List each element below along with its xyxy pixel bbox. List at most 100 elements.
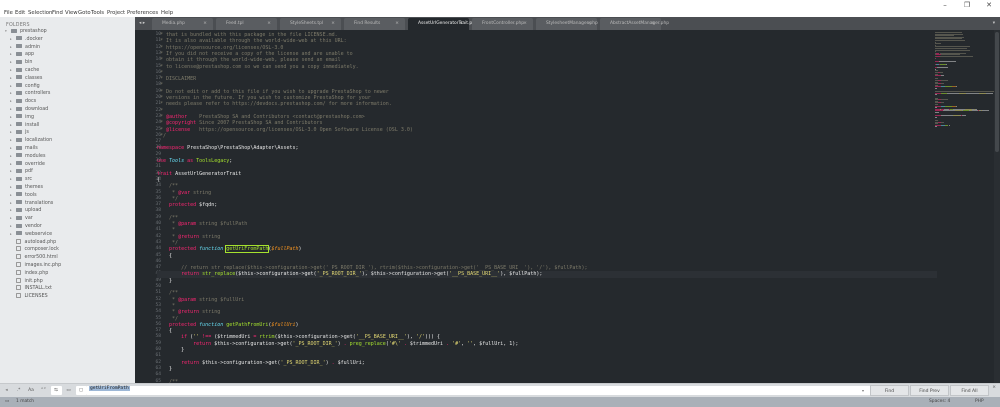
folder-label: tools <box>25 192 37 198</box>
sidebar-folder[interactable]: ▸ override <box>10 161 45 169</box>
tab-media-php[interactable]: Media.php × <box>152 18 213 30</box>
sidebar-folder[interactable]: ▸ src <box>10 176 32 184</box>
sidebar-folder[interactable]: ▸ img <box>10 114 34 122</box>
sidebar-folder[interactable]: ▸ themes <box>10 184 43 192</box>
menu-file[interactable]: File <box>4 10 13 16</box>
tab-feed-tpl[interactable]: Feed.tpl × <box>216 18 277 30</box>
code-line: } <box>157 347 184 353</box>
tab-stylesheets-tpl[interactable]: StyleSheets.tpl × <box>280 18 341 30</box>
menu-project[interactable]: Project <box>107 10 125 16</box>
toggle-panel-icon[interactable]: ◂ <box>1 386 12 395</box>
sidebar-file[interactable]: INSTALL.txt <box>16 285 52 293</box>
find-option-wrap-icon[interactable]: ⇆ <box>50 386 62 395</box>
find-option-highlight-matches-icon[interactable]: ▢ <box>75 386 87 395</box>
sidebar-folder[interactable]: ▸ translations <box>10 200 53 208</box>
sidebar-file[interactable]: error500.html <box>16 254 58 262</box>
tab-asseturlgeneratortrait-php[interactable]: AssetUrlGeneratorTrait.php × <box>408 18 478 30</box>
find-option-regex-icon[interactable]: .* <box>13 386 24 395</box>
folder-icon <box>16 145 22 150</box>
sidebar-file[interactable]: init.php <box>16 277 43 286</box>
scrollbar-thumb[interactable] <box>995 32 999 152</box>
find-option-whole-word-icon[interactable]: “” <box>38 386 49 395</box>
folder-label: upload <box>25 208 42 214</box>
sidebar-folder[interactable]: ▸ modules <box>10 153 45 161</box>
sidebar-folder[interactable]: ▸ pdf <box>10 168 33 176</box>
tab-close-icon[interactable]: × <box>651 18 655 30</box>
tab-frontcontroller-php[interactable]: FrontController.php × <box>472 18 533 30</box>
sidebar-file[interactable]: composer.lock <box>16 246 59 254</box>
file-label: index.php <box>24 270 49 276</box>
sidebar-folder[interactable]: ▸ admin <box>10 44 40 52</box>
minimap[interactable] <box>935 30 1000 140</box>
sidebar-folder[interactable]: ▸ .docker <box>10 36 43 44</box>
sidebar-folder[interactable]: ▸ install <box>10 122 39 130</box>
tab-stylesheetmanager-php[interactable]: StylesheetManager.php × <box>536 18 598 30</box>
close-find-icon[interactable]: × <box>992 385 996 390</box>
sidebar-file[interactable]: index.php <box>16 269 49 278</box>
tab-nav-arrows-icon[interactable]: ◂ ▸ <box>139 17 145 30</box>
sidebar-folder[interactable]: ▸ var <box>10 215 33 223</box>
sidebar-folder[interactable]: ▸ docs <box>10 98 36 106</box>
menu-tools[interactable]: Tools <box>91 10 104 16</box>
sidebar-file[interactable]: images.inc.php <box>16 262 61 270</box>
sidebar-folder[interactable]: ▸ tools <box>10 192 37 200</box>
sidebar-file[interactable]: LICENSES <box>16 293 48 301</box>
sidebar-folder[interactable]: ▸ app <box>10 51 34 59</box>
sidebar-folder[interactable]: ▸ mails <box>10 145 38 153</box>
find-all-button[interactable]: Find All <box>950 385 989 396</box>
sidebar-folder[interactable]: ▸ controllers <box>10 90 50 98</box>
minimap-line <box>935 112 940 113</box>
menu-find[interactable]: Find <box>52 10 63 16</box>
menu-edit[interactable]: Edit <box>15 10 25 16</box>
sidebar-folder[interactable]: ▸ upload <box>10 207 41 215</box>
folder-icon <box>16 223 22 228</box>
find-option-in-selection-icon[interactable]: ▭ <box>63 386 74 395</box>
sidebar-folder[interactable]: ▸ webservice <box>10 231 52 239</box>
tab-close-icon[interactable]: × <box>267 18 271 30</box>
menu-view[interactable]: View <box>65 10 78 16</box>
tab-close-icon[interactable]: × <box>459 18 463 30</box>
find-prev-button[interactable]: Find Prev <box>910 385 949 396</box>
minimize-button[interactable]: – <box>934 0 956 17</box>
panel-switcher-icon[interactable]: ▭ <box>5 397 9 407</box>
menu-selection[interactable]: Selection <box>28 10 52 16</box>
sidebar-folder-root[interactable]: ▾ prestashop <box>5 28 47 36</box>
tab-close-icon[interactable]: × <box>203 18 207 30</box>
tab-close-icon[interactable]: × <box>587 18 591 30</box>
sidebar-folder[interactable]: ▸ classes <box>10 75 42 83</box>
sidebar-folder[interactable]: ▸ download <box>10 106 48 114</box>
tab-abstractassetmanager-php[interactable]: AbstractAssetManager.php × <box>600 18 669 30</box>
folder-icon <box>16 231 22 236</box>
code-line: protected function getPathFromUri($fullU… <box>157 322 299 328</box>
close-window-button[interactable]: ✕ <box>978 0 1000 17</box>
sidebar-file[interactable]: autoload.php <box>16 238 56 247</box>
find-input[interactable]: getUriFromPath <box>87 386 870 395</box>
menu-goto[interactable]: Goto <box>78 10 91 16</box>
sidebar-folder[interactable]: ▸ bin <box>10 59 32 67</box>
find-history-dropdown-icon[interactable]: ▾ <box>862 386 864 395</box>
tab-find-results[interactable]: Find Results × <box>344 18 405 30</box>
menu-preferences[interactable]: Preferences <box>127 10 158 16</box>
sidebar-folder[interactable]: ▸ vendor <box>10 223 42 231</box>
indentation-status[interactable]: Spaces: 4 <box>929 397 950 407</box>
tab-dropdown-icon[interactable]: ▾ <box>993 17 995 30</box>
menu-help[interactable]: Help <box>161 10 173 16</box>
syntax-status[interactable]: PHP <box>975 397 984 407</box>
sidebar-folder[interactable]: ▸ localization <box>10 137 52 145</box>
code-token: return <box>157 359 200 366</box>
sidebar-folder[interactable]: ▸ js <box>10 129 29 137</box>
tab-close-icon[interactable]: × <box>331 18 335 30</box>
vertical-scrollbar[interactable] <box>994 30 1000 383</box>
maximize-button[interactable]: ❐ <box>956 0 978 17</box>
tab-close-icon[interactable]: × <box>395 18 399 30</box>
sidebar-folder[interactable]: ▸ cache <box>10 67 39 75</box>
sidebar-folder[interactable]: ▸ config <box>10 83 40 91</box>
code-line: * to license@prestashop.com so we can se… <box>157 64 359 70</box>
find-button[interactable]: Find <box>870 385 909 396</box>
find-option-case-sensitive-icon[interactable]: Aa <box>26 386 37 395</box>
tab-close-icon[interactable]: × <box>523 18 527 30</box>
code-token: * <box>157 82 164 89</box>
code-token: protected <box>157 321 197 328</box>
code-token: protected <box>157 202 197 209</box>
code-editor[interactable]: 10 11 12 13 14 15 16 17 18 19 20 21 22 23 24 25 26 27 28 29… <box>135 30 1000 383</box>
